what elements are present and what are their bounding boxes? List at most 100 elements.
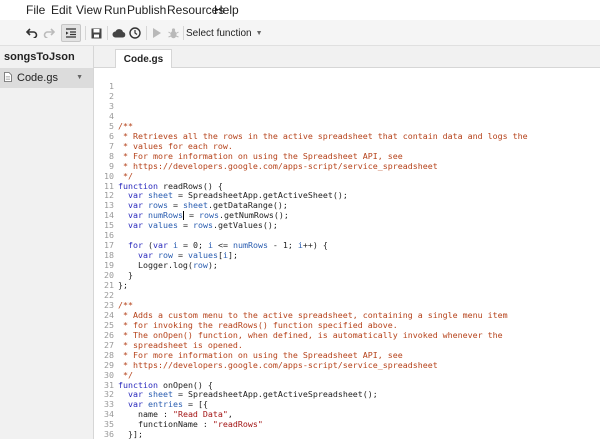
code-line: 28 * For more information on using the S… <box>94 350 600 360</box>
code-text: * For more information on using the Spre… <box>118 349 403 360</box>
save-icon[interactable] <box>89 24 103 42</box>
indent-icon[interactable] <box>61 24 81 42</box>
undo-icon[interactable] <box>25 24 39 42</box>
code-text: * The onOpen() function, when defined, i… <box>118 329 503 340</box>
code-line: 36 }]; <box>94 429 600 439</box>
code-text: */ <box>118 369 133 380</box>
code-line: 27 * spreadsheet is opened. <box>94 340 600 350</box>
run-icon[interactable] <box>151 24 163 42</box>
line-number: 17 <box>104 240 114 251</box>
line-number: 25 <box>104 319 114 330</box>
line-number: 19 <box>104 260 114 271</box>
tab-code-gs[interactable]: Code.gs <box>115 49 172 69</box>
code-text: */ <box>118 170 133 181</box>
code-text: var sheet = SpreadsheetApp.getActiveShee… <box>128 190 348 201</box>
line-number: 24 <box>104 309 114 320</box>
editor-tabs: Code.gs <box>94 46 600 69</box>
line-number: 12 <box>104 190 114 201</box>
line-number: 15 <box>104 220 114 231</box>
code-line: 33 var entries = [{ <box>94 399 600 409</box>
line-number: 6 <box>109 130 114 141</box>
code-editor[interactable]: 1 2 3 4 5/** 6 * Retrieves all the rows in th… <box>94 68 600 439</box>
code-text: * Retrieves all the rows in the active s… <box>118 130 528 141</box>
code-line: 23 /** <box>94 300 600 310</box>
code-text: var rows = sheet.getDataRange(); <box>128 200 288 211</box>
line-number: 32 <box>104 389 114 400</box>
project-title: songsToJson <box>4 51 75 63</box>
code-line: 31 function onOpen() { <box>94 380 600 390</box>
line-number: 30 <box>104 369 114 380</box>
line-number: 7 <box>109 140 114 151</box>
code-line: 8 * For more information on using the Sp… <box>94 151 600 161</box>
menu-file[interactable]: File <box>26 3 45 17</box>
menu-run[interactable]: Run <box>104 3 126 17</box>
toolbar: Select function ▼ <box>0 20 600 46</box>
project-sidebar: songsToJson Code.gs ▼ <box>0 46 94 439</box>
code-line: 1 <box>94 81 600 91</box>
code-line: 32 var sheet = SpreadsheetApp.getActiveS… <box>94 389 600 399</box>
line-number: 21 <box>104 280 114 290</box>
code-line: 12 var sheet = SpreadsheetApp.getActiveS… <box>94 190 600 200</box>
line-number: 33 <box>104 399 114 410</box>
line-number: 18 <box>104 250 114 261</box>
line-number: 20 <box>104 270 114 281</box>
code-line: 25 * for invoking the readRows() functio… <box>94 320 600 330</box>
line-number: 4 <box>109 110 114 121</box>
code-text: var entries = [{ <box>128 399 208 410</box>
code-line: 10 */ <box>94 171 600 181</box>
code-text: var numRows = rows.getNumRows(); <box>128 210 289 221</box>
code-line: 9 * https://developers.google.com/apps-s… <box>94 161 600 171</box>
code-line: 35 functionName : "readRows" <box>94 419 600 429</box>
code-text: }; <box>118 280 128 290</box>
select-function-dropdown[interactable]: Select function ▼ <box>186 24 263 42</box>
code-text: var sheet = SpreadsheetApp.getActiveSpre… <box>128 389 378 400</box>
line-number: 3 <box>109 100 114 111</box>
menu-edit[interactable]: Edit <box>51 3 72 17</box>
select-function-label: Select function <box>186 27 252 39</box>
toolbar-divider <box>183 26 184 40</box>
chevron-down-icon[interactable]: ▼ <box>76 74 83 81</box>
line-number: 2 <box>109 90 114 101</box>
redo-icon[interactable] <box>42 24 56 42</box>
code-text: /** <box>118 299 133 310</box>
code-text: * values for each row. <box>118 140 233 151</box>
line-number: 11 <box>104 180 114 191</box>
code-line: 2 <box>94 91 600 101</box>
code-line: 30 */ <box>94 370 600 380</box>
code-text: functionName : "readRows" <box>118 419 263 430</box>
code-text: * for invoking the readRows() function s… <box>118 319 398 330</box>
code-text: * https://developers.google.com/apps-scr… <box>118 160 438 171</box>
code-line: 34 name : "Read Data", <box>94 409 600 419</box>
line-number: 35 <box>104 419 114 430</box>
code-text: * Adds a custom menu to the active sprea… <box>118 309 508 320</box>
code-text: } <box>118 270 133 281</box>
menu-view[interactable]: View <box>76 3 102 17</box>
code-line: 17 for (var i = 0; i <= numRows - 1; i++… <box>94 240 600 250</box>
line-number: 36 <box>104 429 114 439</box>
code-text: var row = values[i]; <box>137 250 238 261</box>
line-number: 22 <box>104 289 114 300</box>
code-line: 29 * https://developers.google.com/apps-… <box>94 360 600 370</box>
debug-icon[interactable] <box>166 24 180 42</box>
clock-trigger-icon[interactable] <box>128 24 142 42</box>
line-number: 8 <box>109 150 114 161</box>
code-text: for (var i = 0; i <= numRows - 1; i++) { <box>128 240 328 251</box>
code-line: 19 Logger.log(row); <box>94 260 600 270</box>
cloud-publish-icon[interactable] <box>111 24 127 42</box>
code-line: 26 * The onOpen() function, when defined… <box>94 330 600 340</box>
toolbar-divider <box>146 26 147 40</box>
code-line: 7 * values for each row. <box>94 141 600 151</box>
code-text: function readRows() { <box>118 180 223 191</box>
code-text: function onOpen() { <box>118 379 213 390</box>
code-line: 6 * Retrieves all the rows in the active… <box>94 131 600 141</box>
menu-help[interactable]: Help <box>214 3 239 17</box>
code-text: * https://developers.google.com/apps-scr… <box>118 359 438 370</box>
line-number: 13 <box>104 200 114 211</box>
code-line: 18 var row = values[i]; <box>94 250 600 260</box>
code-line: 20 } <box>94 270 600 280</box>
code-line: 22 <box>94 290 600 300</box>
menu-publish[interactable]: Publish <box>127 3 166 17</box>
code-line: 15 var values = rows.getValues(); <box>94 220 600 230</box>
code-line: 16 <box>94 230 600 240</box>
file-item-code-gs[interactable]: Code.gs ▼ <box>0 68 93 88</box>
